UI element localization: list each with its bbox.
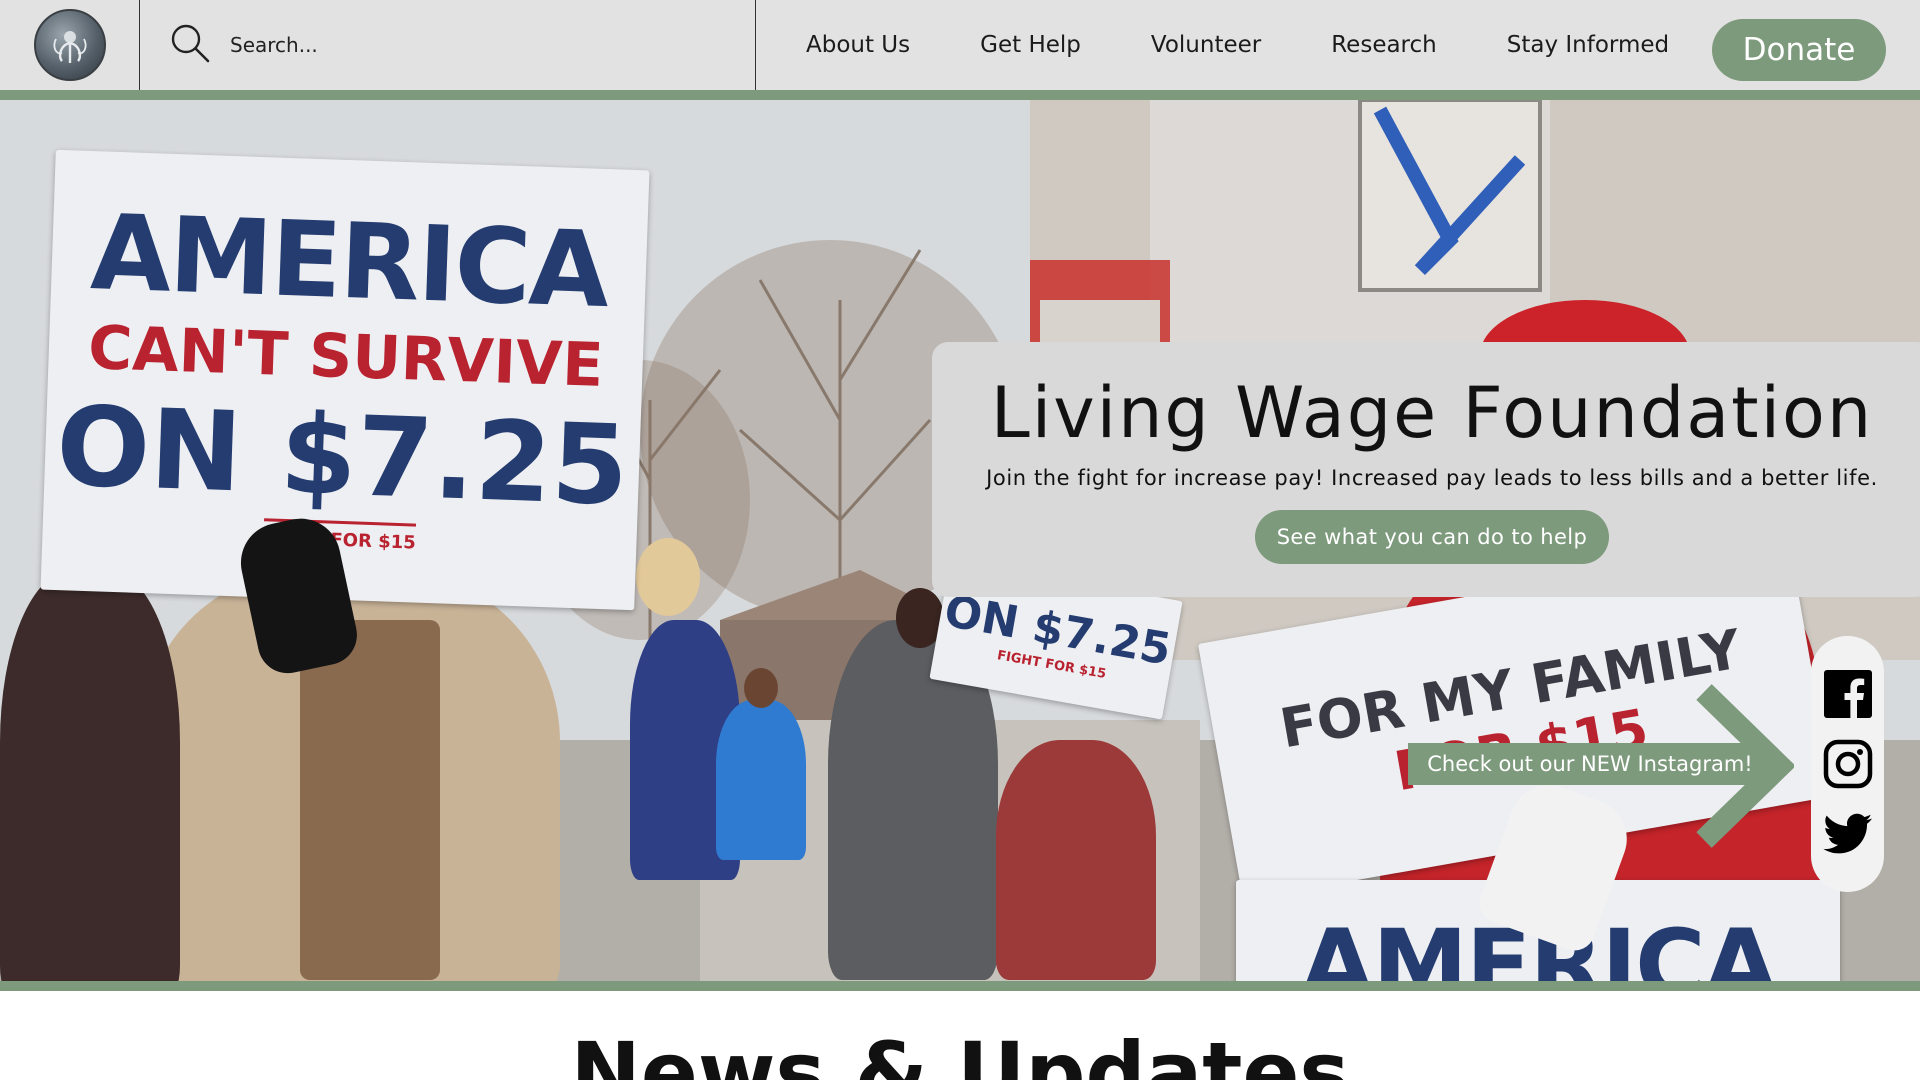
search-input[interactable] bbox=[230, 33, 650, 57]
nav-about-us[interactable]: About Us bbox=[806, 32, 910, 58]
site-header: About Us Get Help Volunteer Research Sta… bbox=[0, 0, 1920, 90]
search-icon[interactable] bbox=[168, 21, 212, 69]
hero-card: Living Wage Foundation Join the fight fo… bbox=[932, 342, 1920, 597]
nav-stay-informed[interactable]: Stay Informed bbox=[1507, 32, 1669, 58]
site-logo[interactable] bbox=[33, 9, 106, 81]
hero-subtitle: Join the fight for increase pay! Increas… bbox=[986, 466, 1878, 490]
sign-main-line1: AMERICA bbox=[88, 191, 610, 332]
logo-emblem-icon bbox=[53, 31, 86, 63]
logo-container[interactable] bbox=[0, 0, 140, 90]
header-divider-band bbox=[0, 90, 1920, 100]
donate-button[interactable]: Donate bbox=[1712, 19, 1886, 81]
search-bar[interactable] bbox=[140, 0, 756, 90]
instagram-icon[interactable] bbox=[1823, 739, 1873, 789]
protester-blue-shirt bbox=[716, 700, 806, 860]
protester-plaid bbox=[996, 740, 1156, 980]
sign-main-line3: ON $7.25 bbox=[54, 382, 631, 530]
twitter-icon[interactable] bbox=[1822, 810, 1873, 860]
instagram-callout[interactable]: Check out our NEW Instagram! bbox=[1408, 743, 1772, 785]
news-section-title: News & Updates bbox=[570, 1024, 1350, 1080]
sign-main-line2: CAN'T SURVIVE bbox=[87, 313, 605, 401]
facebook-icon[interactable] bbox=[1823, 669, 1873, 719]
protester-left-dark bbox=[0, 570, 180, 981]
help-cta-button[interactable]: See what you can do to help bbox=[1255, 510, 1609, 564]
hero-title: Living Wage Foundation bbox=[990, 372, 1874, 454]
protest-sign-main: AMERICA CAN'T SURVIVE ON $7.25 FIGHT FOR… bbox=[40, 149, 650, 611]
nav-volunteer[interactable]: Volunteer bbox=[1151, 32, 1261, 58]
hero-divider-band bbox=[0, 981, 1920, 991]
social-bar bbox=[1811, 636, 1884, 892]
nav-get-help[interactable]: Get Help bbox=[980, 32, 1081, 58]
nav-research[interactable]: Research bbox=[1331, 32, 1437, 58]
protester-scarf bbox=[300, 620, 440, 980]
protester-blue-head bbox=[636, 538, 700, 616]
protester-blue-shirt-head bbox=[744, 668, 778, 708]
